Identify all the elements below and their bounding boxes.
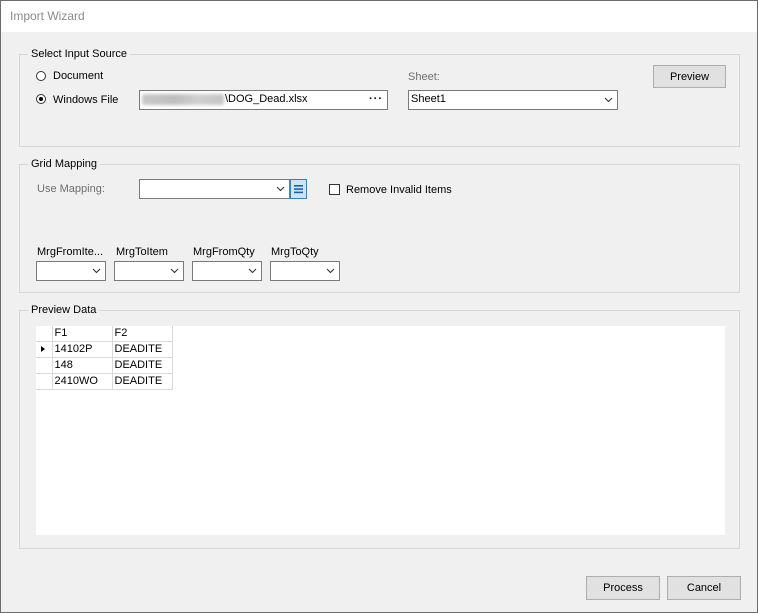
- mapping-list-button[interactable]: [290, 179, 307, 199]
- window-title: Import Wizard: [10, 9, 85, 23]
- file-path-text: \DOG_Dead.xlsx: [225, 93, 308, 105]
- preview-data-legend: Preview Data: [28, 303, 100, 317]
- sheet-dropdown-value: Sheet1: [411, 93, 446, 105]
- row-header[interactable]: [36, 341, 53, 358]
- windows-file-radio-label[interactable]: Windows File: [53, 94, 118, 107]
- chevron-down-icon: [170, 268, 179, 274]
- table-cell[interactable]: DEADITE: [112, 357, 173, 374]
- table-row[interactable]: 14102P DEADITE: [36, 341, 173, 358]
- redacted-path-segment: [142, 94, 224, 105]
- document-radio-label[interactable]: Document: [53, 70, 103, 83]
- mapping-column-label-mrgfromitem: MrgFromIte...: [37, 246, 104, 258]
- sheet-label: Sheet:: [408, 71, 440, 83]
- chevron-down-icon: [326, 268, 335, 274]
- mapping-dropdown-mrgfromqty[interactable]: [192, 261, 262, 281]
- preview-data-grid[interactable]: F1 F2 14102P DEADITE 148 DEADITE 2410WO …: [36, 326, 725, 535]
- windows-file-radio[interactable]: [36, 94, 46, 104]
- chevron-down-icon: [276, 186, 285, 192]
- process-button[interactable]: Process: [586, 576, 660, 600]
- row-header[interactable]: [36, 373, 53, 390]
- table-cell[interactable]: DEADITE: [112, 341, 173, 358]
- mapping-column-label-mrgfromqty: MrgFromQty: [193, 246, 255, 258]
- mapping-dropdown-mrgtoqty[interactable]: [270, 261, 340, 281]
- use-mapping-label: Use Mapping:: [37, 183, 105, 195]
- mapping-dropdown-mrgfromitem[interactable]: [36, 261, 106, 281]
- table-cell[interactable]: 2410WO: [52, 373, 113, 390]
- table-row[interactable]: 2410WO DEADITE: [36, 373, 173, 390]
- column-header[interactable]: F2: [112, 326, 173, 342]
- table-row[interactable]: 148 DEADITE: [36, 357, 173, 374]
- table-header-row: F1 F2: [36, 326, 173, 342]
- list-icon: [294, 185, 303, 194]
- table-cell[interactable]: 14102P: [52, 341, 113, 358]
- chevron-down-icon: [248, 268, 257, 274]
- row-header[interactable]: [36, 357, 53, 374]
- mapping-dropdown-mrgtoitem[interactable]: [114, 261, 184, 281]
- select-input-source-legend: Select Input Source: [28, 47, 131, 61]
- file-path-field[interactable]: \DOG_Dead.xlsx ···: [139, 90, 388, 110]
- remove-invalid-checkbox[interactable]: [329, 184, 340, 195]
- cancel-button[interactable]: Cancel: [667, 576, 741, 600]
- title-bar: Import Wizard: [1, 1, 757, 33]
- sheet-dropdown[interactable]: Sheet1: [408, 90, 618, 110]
- table-cell[interactable]: DEADITE: [112, 373, 173, 390]
- browse-button[interactable]: ···: [369, 91, 383, 108]
- preview-table: F1 F2 14102P DEADITE 148 DEADITE 2410WO …: [36, 326, 173, 390]
- row-header-corner: [36, 326, 53, 342]
- row-pointer-icon: [41, 346, 45, 352]
- mapping-column-label-mrgtoitem: MrgToItem: [116, 246, 168, 258]
- preview-button[interactable]: Preview: [653, 65, 726, 88]
- use-mapping-dropdown[interactable]: [139, 179, 290, 199]
- import-wizard-window: Import Wizard Select Input Source Docume…: [0, 0, 758, 613]
- grid-mapping-legend: Grid Mapping: [28, 157, 101, 171]
- remove-invalid-label[interactable]: Remove Invalid Items: [346, 184, 452, 197]
- table-cell[interactable]: 148: [52, 357, 113, 374]
- chevron-down-icon: [604, 97, 613, 103]
- document-radio[interactable]: [36, 71, 46, 81]
- column-header[interactable]: F1: [52, 326, 113, 342]
- chevron-down-icon: [92, 268, 101, 274]
- mapping-column-label-mrgtoqty: MrgToQty: [271, 246, 319, 258]
